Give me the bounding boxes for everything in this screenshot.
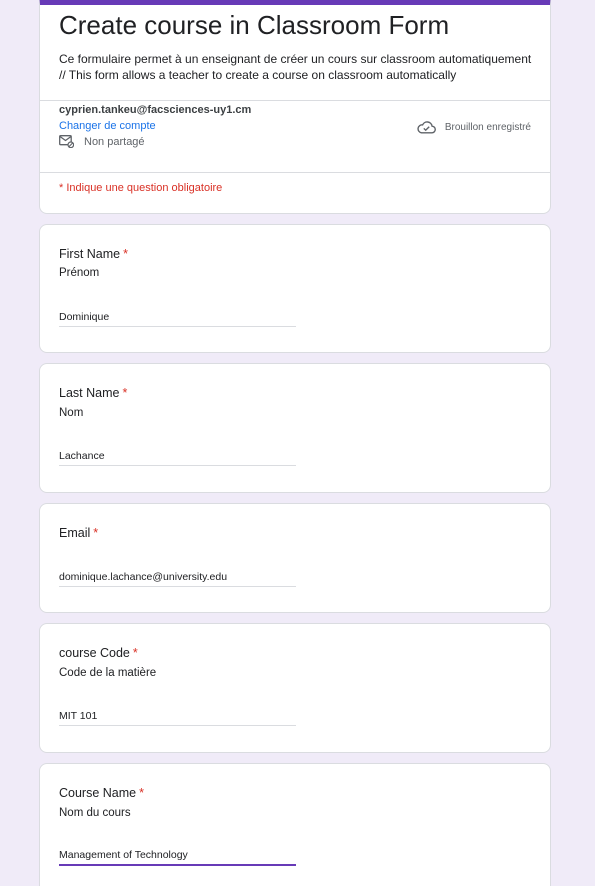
question-subtitle: Nom xyxy=(59,407,84,419)
question-card-email: Email * xyxy=(39,503,551,613)
question-subtitle: Code de la matière xyxy=(59,667,157,679)
last-name-input[interactable] xyxy=(59,446,296,466)
form-header-card: Create course in Classroom Form Ce formu… xyxy=(39,0,551,214)
cloud-done-icon xyxy=(417,121,436,134)
question-card-course-name: Course Name * Nom du cours xyxy=(39,763,551,886)
switch-account-link[interactable]: Changer de compte xyxy=(59,120,156,132)
not-shared-label: Non partagé xyxy=(84,135,145,148)
question-title: Course Name xyxy=(59,786,137,800)
form-description-line-2: // This form allows a teacher to create … xyxy=(59,68,457,82)
account-divider xyxy=(40,172,550,173)
question-subtitle: Prénom xyxy=(59,267,100,279)
required-star: * xyxy=(132,646,138,660)
question-card-course-code: course Code * Code de la matière xyxy=(39,623,551,753)
not-shared-status: Non partagé xyxy=(59,135,145,148)
question-label: First Name * xyxy=(59,247,128,261)
header-divider xyxy=(40,100,550,101)
mail-lock-icon xyxy=(59,135,74,148)
required-note: * Indique une question obligatoire xyxy=(59,182,223,194)
question-card-first-name: First Name * Prénom xyxy=(39,224,551,353)
form-description: Ce formulaire permet à un enseignant de … xyxy=(59,51,539,83)
draft-saved-label: Brouillon enregistré xyxy=(444,121,531,133)
question-subtitle: Nom du cours xyxy=(59,807,131,819)
required-star: * xyxy=(139,786,144,800)
form-description-line-1: Ce formulaire permet à un enseignant de … xyxy=(59,52,532,66)
required-star: * xyxy=(123,247,128,261)
required-star: * xyxy=(93,526,99,540)
course-code-input[interactable] xyxy=(59,706,296,726)
first-name-input[interactable] xyxy=(59,307,296,327)
form-title: Create course in Classroom Form xyxy=(59,10,450,40)
draft-saved-status: Brouillon enregistré xyxy=(417,120,531,134)
required-star: * xyxy=(122,386,128,400)
question-card-last-name: Last Name * Nom xyxy=(39,363,551,493)
question-label: Email * xyxy=(59,526,98,540)
question-title: First Name xyxy=(59,247,121,261)
email-input[interactable] xyxy=(59,567,296,587)
question-title: Email xyxy=(59,526,91,540)
question-label: course Code * xyxy=(59,646,138,660)
question-title: Last Name xyxy=(59,386,120,400)
question-label: Course Name * xyxy=(59,786,144,800)
account-email: cyprien.tankeu@facsciences-uy1.cm xyxy=(59,104,252,116)
question-label: Last Name * xyxy=(59,386,127,400)
course-name-input[interactable] xyxy=(59,846,296,866)
question-title: course Code xyxy=(59,646,130,660)
